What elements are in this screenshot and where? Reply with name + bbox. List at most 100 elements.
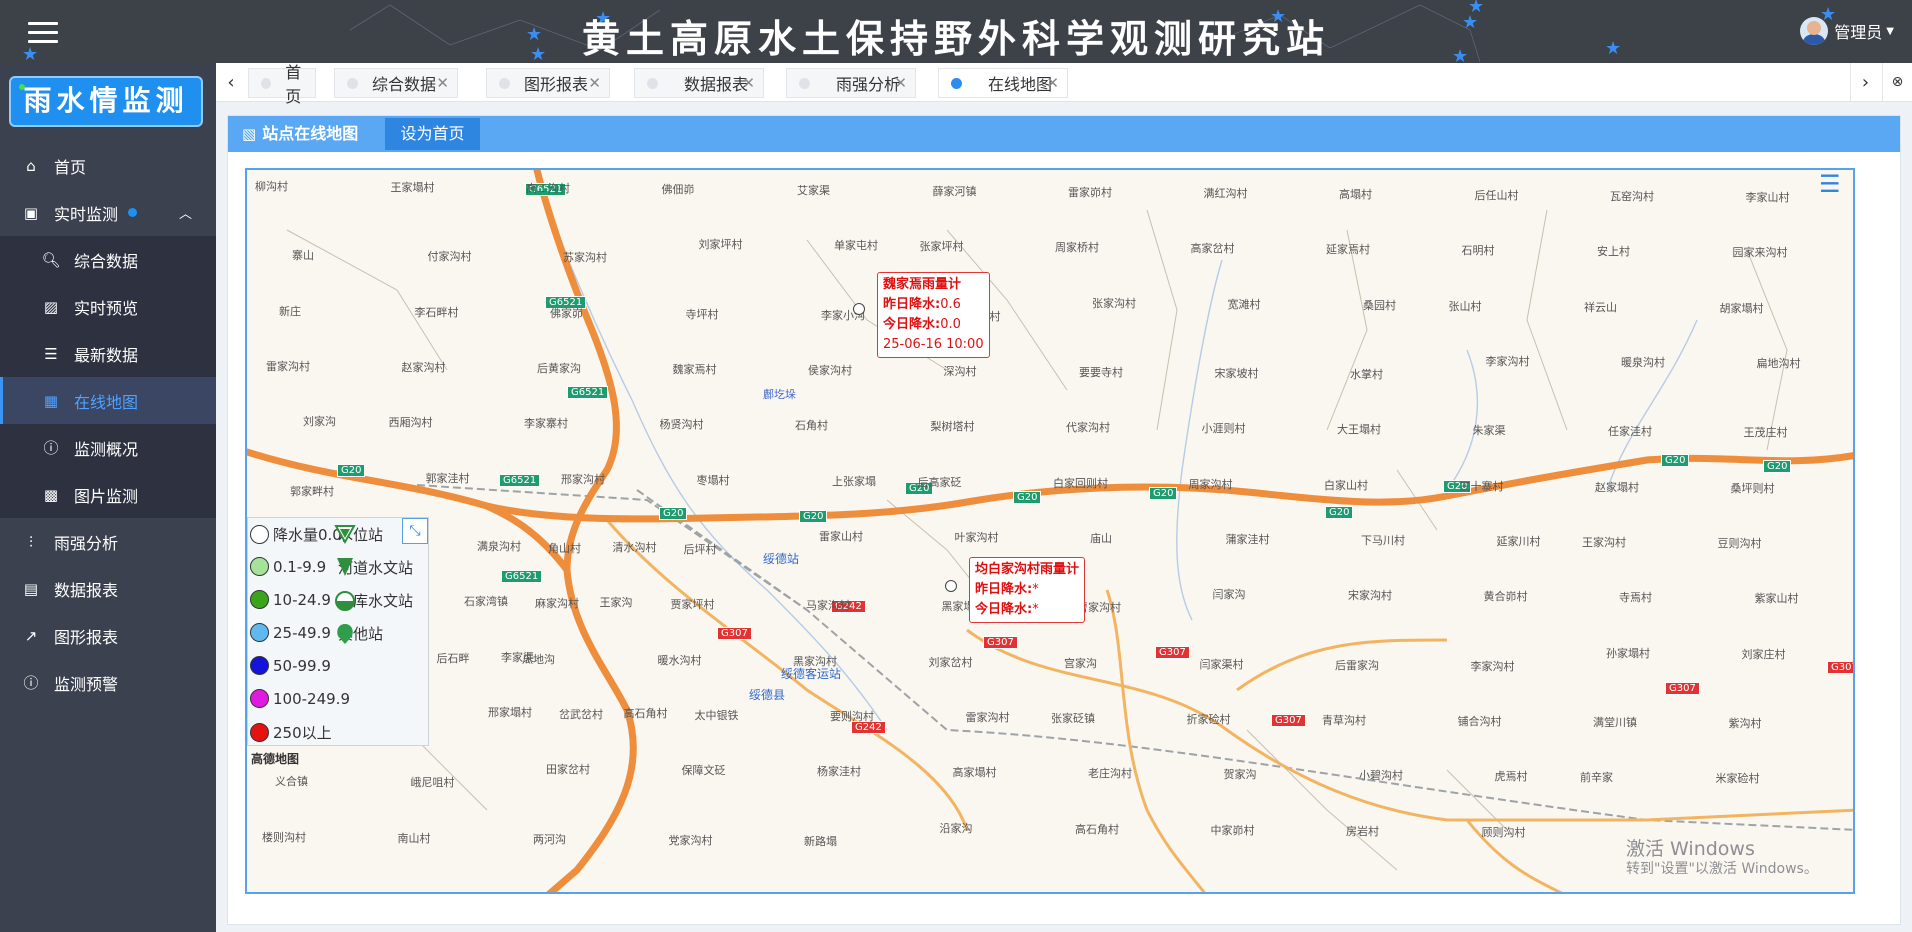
tab-online-map[interactable]: 在线地图 ✕ [938, 68, 1068, 98]
map-place-label: 苏家沟村 [563, 251, 607, 265]
set-home-button[interactable]: 设为首页 [385, 118, 480, 150]
road-label-g6521: G6521 [567, 386, 609, 399]
sidebar-item-home[interactable]: ⌂ 首页 [0, 142, 216, 189]
map-place-label: 单家屯村 [834, 239, 878, 253]
sidebar-item-realtime[interactable]: ▣ 实时监测 ︿ [0, 189, 216, 236]
map-place-label: 郭家畔村 [290, 484, 334, 498]
map-place-label: 张家砭镇 [1051, 712, 1095, 725]
sidebar-item-chart-report[interactable]: ↗ 图形报表 [0, 612, 216, 659]
map-place-label: 紫沟村 [1728, 717, 1762, 730]
tab-dot [499, 77, 510, 89]
map-place-label: 李石畔村 [414, 305, 459, 319]
map-poi-suide-station[interactable]: 绥德站 [763, 550, 799, 567]
map-place-label: 雷家沟村 [965, 711, 1010, 724]
tab-scroll-left-button[interactable]: ‹ [216, 63, 246, 101]
map-place-label: 闫家渠村 [1199, 657, 1244, 671]
watermark-line: 激活 Windows [1626, 838, 1755, 860]
map-place-label: 王茂庄村 [1743, 426, 1788, 440]
legend-label: 10-24.9 [273, 590, 331, 609]
close-icon[interactable]: ✕ [1046, 74, 1059, 92]
map-place-label: 园家来沟村 [1732, 246, 1788, 260]
road-label-g20: G20 [799, 510, 828, 523]
tab-chart-report[interactable]: 图形报表 ✕ [486, 68, 610, 98]
map-place-label: 宽滩村 [1227, 297, 1261, 311]
map-place-label: 桑坪则村 [1730, 481, 1775, 495]
map-place-label: 刘家庄村 [1741, 647, 1786, 661]
map-place-label: 马家沟村 [806, 599, 850, 613]
road-label-g6521: G6521 [501, 570, 543, 583]
legend-swatch [250, 623, 269, 642]
map-place-label: 寨山 [292, 249, 314, 263]
sidebar-item-overview[interactable]: ⓘ 监测概况 [0, 424, 216, 471]
sidebar-item-data-report[interactable]: ▤ 数据报表 [0, 565, 216, 612]
map-place-label: 闫家沟 [1212, 588, 1246, 602]
close-icon[interactable]: ✕ [894, 74, 907, 92]
map-place-label: 邢家沟村 [561, 472, 605, 486]
analysis-icon: ⫶ [29, 532, 33, 551]
tab-scroll-right-button[interactable]: › [1850, 63, 1880, 101]
map-place-label: 小涯则村 [1201, 422, 1246, 436]
map-canvas[interactable]: G6521 G6521 G6521 G6521 G6521 G20 G20 G2… [245, 168, 1855, 894]
map-place-label: 虎焉村 [1494, 770, 1528, 784]
map-place-label: 雷家沟村 [266, 360, 310, 373]
water-level-station-icon [334, 525, 356, 544]
map-place-label: 刘家岔村 [928, 655, 973, 669]
map-place-label: 付家沟村 [427, 250, 472, 264]
layer-menu-icon[interactable]: ☰ [1819, 172, 1853, 198]
map-place-label: 顾则沟村 [1481, 825, 1526, 839]
legend-item: 25-49.9 [250, 623, 331, 642]
tab-data-report[interactable]: 数据报表 ✕ [634, 68, 764, 98]
sidebar: 雨水情监测 ⌂ 首页 ▣ 实时监测 ︿ 🔍︎ 综合数据 ▨ 实时预览 ☰ 最新数… [0, 63, 216, 932]
user-menu[interactable]: 管理员 ▼ [1800, 17, 1894, 45]
tab-comprehensive[interactable]: 综合数据 ✕ [334, 68, 458, 98]
report-icon: ▤ [23, 579, 39, 598]
close-icon[interactable]: ✕ [742, 74, 755, 92]
map-place-label: 宋家沟村 [1348, 589, 1392, 603]
tab-home[interactable]: 首页 [248, 63, 316, 106]
tab-rain-intensity[interactable]: 雨强分析 ✕ [786, 68, 916, 98]
map-place-label: 沿家沟 [939, 821, 973, 835]
map-place-label: 太中银铁 [694, 709, 739, 722]
map-poi-suide-bus[interactable]: 绥德客运站 [781, 665, 841, 682]
map-place-label: 张山村 [1448, 299, 1482, 313]
sidebar-item-label: 综合数据 [74, 251, 139, 271]
map-place-label: 保障文砭 [681, 764, 726, 778]
rain-station-marker[interactable] [853, 303, 865, 315]
sidebar-item-online-map[interactable]: ▦ 在线地图 [0, 377, 216, 424]
road-label-g6521: G6521 [499, 474, 541, 487]
map-icon: ▦ [43, 391, 59, 410]
rain-station-marker[interactable] [945, 580, 957, 592]
tab-label: 首页 [285, 63, 302, 106]
map-place-label: 后石畔 [436, 651, 470, 665]
map-place-label: 王家塌村 [390, 181, 435, 194]
sidebar-item-warning[interactable]: ⓘ 监测预警 [0, 659, 216, 706]
search-doc-icon: 🔍︎ [41, 250, 61, 269]
sidebar-item-label: 监测概况 [74, 439, 139, 459]
map-place-label: 满堂川镇 [1593, 716, 1637, 729]
map-place-label: 清水沟村 [612, 541, 657, 554]
map-place-label: 梨树塔村 [930, 420, 975, 434]
sidebar-item-rain-intensity[interactable]: ⫶ 雨强分析 [0, 518, 216, 565]
map-place-label: 青草沟村 [1322, 714, 1366, 727]
collapse-legend-icon[interactable]: ⤡ [402, 518, 428, 544]
legend-swatch [250, 689, 269, 708]
sidebar-item-label: 雨强分析 [54, 533, 119, 553]
legend-item: 河道水文站 [334, 557, 413, 578]
map-place-label: 代家沟村 [1066, 421, 1110, 435]
map-place-label: 石角村 [795, 419, 828, 433]
sidebar-item-preview[interactable]: ▨ 实时预览 [0, 283, 216, 330]
close-icon[interactable]: ✕ [436, 74, 449, 92]
map-place-label: 艾家渠 [797, 184, 830, 197]
sidebar-item-label: 数据报表 [54, 580, 119, 600]
map-place-label: 寺坪村 [685, 307, 719, 321]
map-place-label: 杨家洼村 [817, 765, 861, 779]
sidebar-item-picture[interactable]: ▩ 图片监测 [0, 471, 216, 518]
map-place-label: 延家焉村 [1326, 243, 1370, 257]
close-icon[interactable]: ✕ [588, 74, 601, 92]
tab-label: 在线地图 [988, 75, 1053, 94]
close-all-tabs-icon[interactable]: ⊗ [1882, 63, 1912, 101]
sidebar-item-latest[interactable]: ☰ 最新数据 [0, 330, 216, 377]
map-place-label: 赵家塌村 [1595, 480, 1639, 494]
map-place-label: 高二沟村 [526, 182, 570, 195]
sidebar-item-comprehensive[interactable]: 🔍︎ 综合数据 [0, 236, 216, 283]
